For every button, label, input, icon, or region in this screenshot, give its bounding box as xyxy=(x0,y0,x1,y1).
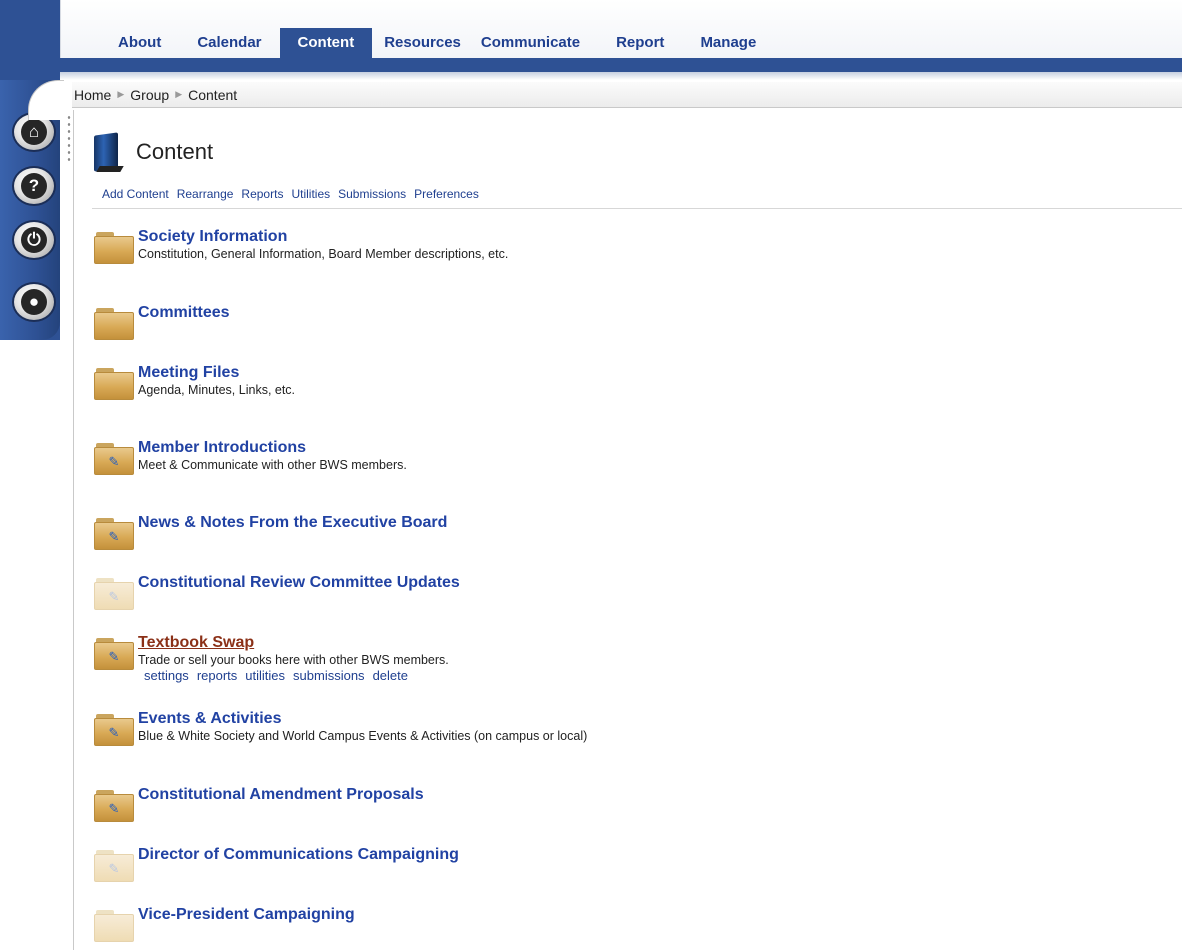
breadcrumb-separator-icon: ▶ xyxy=(175,89,183,99)
entry-actions: settings reports utilities submissions d… xyxy=(144,668,416,683)
pinned-folder-icon[interactable]: ✎ xyxy=(94,790,134,822)
entry-description: Constitution, General Information, Board… xyxy=(138,247,509,261)
list-item: ✎ Constitutional Review Committee Update… xyxy=(94,574,1174,630)
pinned-folder-icon[interactable]: ✎ xyxy=(94,638,134,670)
breadcrumb-separator-icon: ▶ xyxy=(117,89,125,99)
home-glyph: ⌂ xyxy=(21,119,47,145)
pin-icon: ✎ xyxy=(108,589,120,604)
entry-title[interactable]: Constitutional Amendment Proposals xyxy=(138,786,424,804)
entry-description: Blue & White Society and World Campus Ev… xyxy=(138,729,588,743)
list-item: ✎ Textbook Swap Trade or sell your books… xyxy=(94,634,1174,690)
list-item: Vice-President Campaigning xyxy=(94,906,1174,950)
pinned-folder-icon[interactable]: ✎ xyxy=(94,714,134,746)
folder-icon[interactable] xyxy=(94,368,134,400)
hidden-folder-icon[interactable] xyxy=(94,910,134,942)
list-item: Committees xyxy=(94,304,1174,360)
rearrange-link[interactable]: Rearrange xyxy=(177,187,234,201)
settings-link[interactable]: settings xyxy=(144,668,189,683)
folder-icon[interactable] xyxy=(94,232,134,264)
page-header: Content xyxy=(90,130,213,174)
preferences-link[interactable]: Preferences xyxy=(414,187,479,201)
profile-glyph: ● xyxy=(21,289,47,315)
breadcrumb-home[interactable]: Home xyxy=(74,87,111,103)
breadcrumb: Home ▶ Group ▶ Content xyxy=(72,82,1182,108)
list-item: ✎ Director of Communications Campaigning xyxy=(94,846,1174,902)
panel-resize-grip[interactable] xyxy=(66,114,72,164)
utilities-link[interactable]: Utilities xyxy=(291,187,330,201)
pinned-folder-icon[interactable]: ✎ xyxy=(94,443,134,475)
profile-icon[interactable]: ● xyxy=(12,282,56,322)
entry-title[interactable]: Vice-President Campaigning xyxy=(138,906,355,924)
power-glyph: ⏻ xyxy=(21,227,47,253)
nav-tab-report[interactable]: Report xyxy=(598,28,682,58)
toolbar-divider xyxy=(92,208,1182,209)
top-navigation-bar: About Calendar Content Resources Communi… xyxy=(0,0,1182,80)
top-nav-gloss xyxy=(60,72,1182,80)
nav-tab-communicate[interactable]: Communicate xyxy=(471,28,598,58)
submissions-link[interactable]: submissions xyxy=(293,668,365,683)
entry-title[interactable]: News & Notes From the Executive Board xyxy=(138,514,447,532)
help-icon[interactable]: ? xyxy=(12,166,56,206)
pin-icon: ✎ xyxy=(108,801,120,816)
list-item: ✎ News & Notes From the Executive Board xyxy=(94,514,1174,570)
utilities-link[interactable]: utilities xyxy=(245,668,285,683)
folder-icon[interactable] xyxy=(94,308,134,340)
content-toolbar: Add Content Rearrange Reports Utilities … xyxy=(102,187,487,201)
submissions-link[interactable]: Submissions xyxy=(338,187,406,201)
nav-tab-calendar[interactable]: Calendar xyxy=(179,28,279,58)
delete-link[interactable]: delete xyxy=(373,668,408,683)
entry-title[interactable]: Meeting Files xyxy=(138,364,239,382)
reports-link[interactable]: Reports xyxy=(241,187,283,201)
power-icon[interactable]: ⏻ xyxy=(12,220,56,260)
entry-title[interactable]: Member Introductions xyxy=(138,439,306,457)
entry-title[interactable]: Director of Communications Campaigning xyxy=(138,846,459,864)
question-glyph: ? xyxy=(21,173,47,199)
book-icon xyxy=(90,130,126,174)
list-item: ✎ Member Introductions Meet & Communicat… xyxy=(94,439,1174,495)
hidden-folder-icon[interactable]: ✎ xyxy=(94,850,134,882)
pin-icon: ✎ xyxy=(108,861,120,876)
hidden-folder-icon[interactable]: ✎ xyxy=(94,578,134,610)
pin-icon: ✎ xyxy=(108,725,120,740)
entry-title[interactable]: Textbook Swap xyxy=(138,634,254,652)
entry-title[interactable]: Society Information xyxy=(138,228,287,246)
content-divider xyxy=(73,110,74,950)
page-title: Content xyxy=(136,139,214,164)
breadcrumb-content: Content xyxy=(188,86,238,103)
nav-tab-content[interactable]: Content xyxy=(279,28,373,58)
reports-link[interactable]: reports xyxy=(197,668,237,683)
list-item: ✎ Constitutional Amendment Proposals xyxy=(94,786,1174,842)
main-nav: About Calendar Content Resources Communi… xyxy=(100,28,774,58)
pin-icon: ✎ xyxy=(108,454,120,469)
breadcrumb-group[interactable]: Group xyxy=(130,87,169,103)
pin-icon: ✎ xyxy=(108,529,120,544)
entry-title[interactable]: Events & Activities xyxy=(138,710,281,728)
list-item: Society Information Constitution, Genera… xyxy=(94,228,1174,284)
entry-title[interactable]: Committees xyxy=(138,304,230,322)
book-page xyxy=(96,166,124,172)
add-content-link[interactable]: Add Content xyxy=(102,187,169,201)
nav-tab-about[interactable]: About xyxy=(100,28,179,58)
pin-icon: ✎ xyxy=(108,649,120,664)
entry-title[interactable]: Constitutional Review Committee Updates xyxy=(138,574,460,592)
list-item: ✎ Events & Activities Blue & White Socie… xyxy=(94,710,1174,766)
nav-tab-resources[interactable]: Resources xyxy=(372,28,471,58)
entry-description: Meet & Communicate with other BWS member… xyxy=(138,458,407,472)
nav-tab-manage[interactable]: Manage xyxy=(682,28,774,58)
entry-description: Agenda, Minutes, Links, etc. xyxy=(138,383,296,397)
entry-description: Trade or sell your books here with other… xyxy=(138,653,449,667)
pinned-folder-icon[interactable]: ✎ xyxy=(94,518,134,550)
list-item: Meeting Files Agenda, Minutes, Links, et… xyxy=(94,364,1174,420)
